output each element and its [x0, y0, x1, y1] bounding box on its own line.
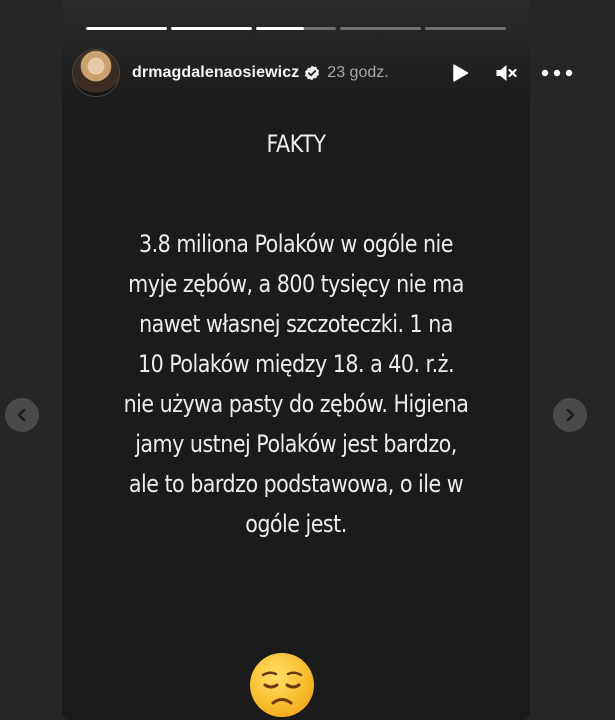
- progress-segment-fill: [170, 27, 252, 30]
- story-title: FAKTY: [266, 130, 326, 158]
- progress-segment: [425, 27, 506, 30]
- chevron-right-icon: [566, 408, 575, 422]
- avatar[interactable]: [72, 49, 120, 97]
- body-line: nawet własnej szczoteczki. 1 na: [139, 310, 453, 338]
- previous-story-button[interactable]: [5, 398, 39, 432]
- progress-segment: [255, 27, 337, 30]
- progress-segment-fill: [86, 27, 167, 30]
- body-line: 10 Polaków między 18. a 40. r.ż.: [137, 350, 455, 378]
- progress-segment: [170, 27, 252, 30]
- disappointed-face-emoji: [250, 653, 314, 717]
- story-timestamp: 23 godz.: [327, 64, 389, 81]
- body-line: ogóle jest.: [245, 510, 347, 538]
- more-options-button[interactable]: [539, 61, 575, 85]
- body-line: 3.8 miliona Polaków w ogóle nie: [139, 230, 453, 258]
- progress-segment: [86, 27, 167, 30]
- mute-button[interactable]: [494, 61, 518, 85]
- verified-badge-icon: [305, 65, 320, 81]
- body-line: ale to bardzo podstawowa, o ile w: [128, 470, 464, 498]
- progress-segment-fill: [255, 27, 305, 30]
- body-line: nie używa pasty do zębów. Higiena: [123, 390, 469, 418]
- story-body-text: 3.8 miliona Polaków w ogóle nie myje zęb…: [115, 224, 476, 544]
- chevron-left-icon: [17, 408, 26, 422]
- play-button[interactable]: [448, 61, 472, 85]
- story-header: drmagdalenaosiewicz 23 godz.: [72, 49, 522, 97]
- progress-segment: [340, 27, 422, 30]
- more-options-icon: [541, 69, 573, 77]
- username-link[interactable]: drmagdalenaosiewicz: [132, 64, 299, 82]
- story-content: FAKTY 3.8 miliona Polaków w ogóle nie my…: [62, 130, 530, 544]
- story-progress-bar: [86, 27, 506, 30]
- play-icon: [453, 64, 469, 82]
- disappointed-face-icon: [261, 671, 303, 705]
- muted-speaker-icon: [496, 65, 517, 81]
- story-viewer[interactable]: drmagdalenaosiewicz 23 godz. FAKTY 3.8 m…: [62, 0, 530, 720]
- body-line: myje zębów, a 800 tysięcy nie ma: [128, 270, 464, 298]
- body-line: jamy ustnej Polaków jest bardzo,: [135, 430, 457, 458]
- next-story-button[interactable]: [553, 398, 587, 432]
